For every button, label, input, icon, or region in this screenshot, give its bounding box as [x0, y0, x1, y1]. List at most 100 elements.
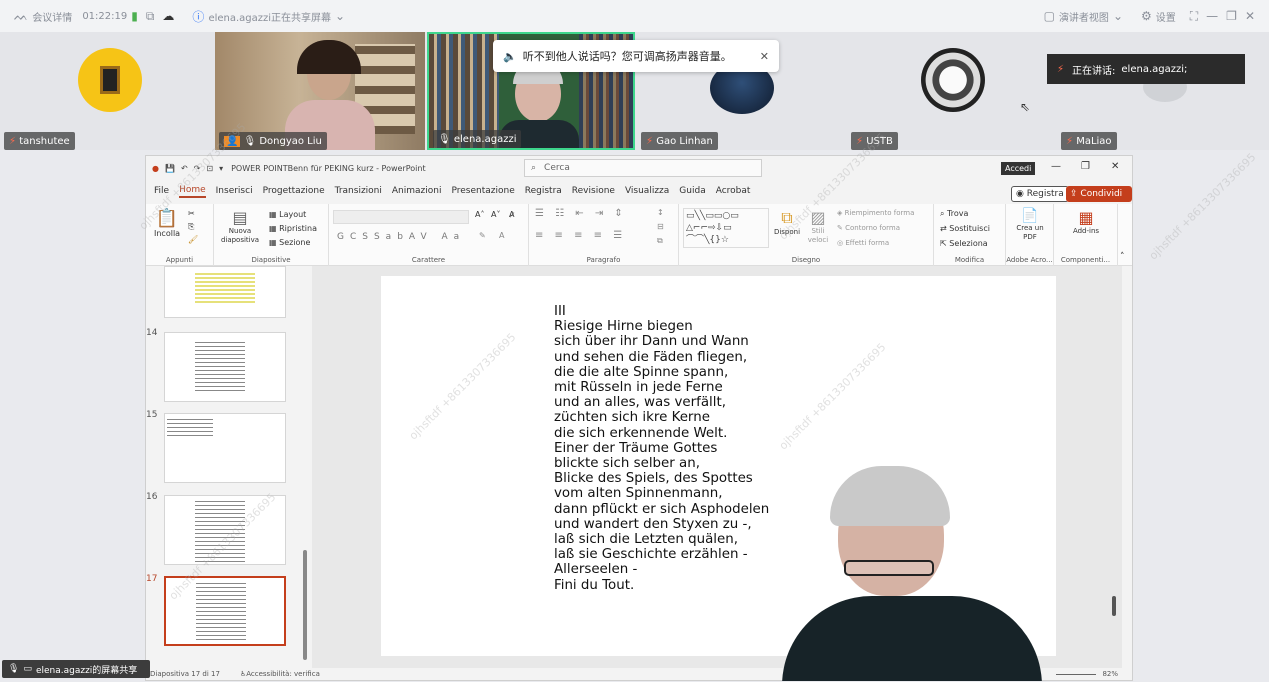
slide-thumbnail-selected[interactable]: [164, 576, 286, 646]
poem-line: die die alte Spinne spann,: [554, 364, 729, 380]
find-button[interactable]: ⌕ Trova: [940, 209, 968, 219]
slide-poem-text[interactable]: III Riesige Hirne biegen sich über ihr Dan…: [554, 304, 769, 593]
copy-icon[interactable]: ⎘: [188, 222, 194, 232]
cloud-icon[interactable]: ☁: [162, 9, 174, 23]
screen-share-label: 🎙 ▭ elena.agazzi的屏幕共享: [2, 660, 150, 678]
tab-revisione[interactable]: Revisione: [572, 186, 615, 196]
grow-font-icon[interactable]: A˄: [475, 210, 484, 219]
cut-icon[interactable]: ✂: [188, 209, 195, 218]
share-link-icon[interactable]: ⧉: [146, 9, 155, 24]
poem-line: die sich erkennende Welt.: [554, 425, 728, 441]
group-diapositive: ▤ Nuova diapositiva ▦ Layout ▦ Ripristina…: [214, 204, 329, 266]
sharing-status[interactable]: ⓘ elena.agazzi正在共享屏幕 ⌄: [188, 8, 349, 25]
participant-tile-tanshutee[interactable]: ⚡ tanshutee: [0, 32, 213, 150]
tab-presentazione[interactable]: Presentazione: [451, 186, 514, 196]
registra-button[interactable]: ◉ Registra: [1011, 186, 1069, 202]
select-button[interactable]: ⇱ Seleziona: [940, 239, 988, 248]
font-family-select[interactable]: [333, 210, 469, 224]
speaker-view-button[interactable]: ▢ 演讲者视图 ⌄: [1040, 9, 1127, 24]
create-pdf-button[interactable]: 📄 Crea un PDF: [1010, 208, 1050, 242]
ribbon-tabs: File Home Inserisci Progettazione Transi…: [146, 180, 1132, 202]
addins-label: Add-ins: [1072, 227, 1100, 235]
record-icon[interactable]: ●: [152, 164, 159, 173]
paragraph-list-buttons[interactable]: ☰ ☷ ⇤ ⇥ ⇕: [535, 208, 627, 219]
qat-chevron-icon[interactable]: ▾: [219, 164, 223, 173]
tab-transizioni[interactable]: Transizioni: [335, 186, 382, 196]
shrink-font-icon[interactable]: A˅: [491, 210, 500, 219]
clear-format-icon[interactable]: A̷: [509, 210, 514, 219]
shape-outline-button[interactable]: ✎ Contorno forma: [837, 224, 900, 232]
participant-tile-maliao[interactable]: ⚡ MaLiao: [1057, 32, 1269, 150]
font-color-icon[interactable]: A: [499, 231, 504, 240]
fullscreen-icon[interactable]: ⛶: [1190, 9, 1198, 24]
shape-effects-button[interactable]: ◎ Effetti forma: [837, 239, 889, 247]
search-input[interactable]: ⌕ Cerca: [524, 159, 762, 177]
shape-fill-button[interactable]: ◈ Riempimento forma: [837, 209, 914, 217]
shapes-gallery[interactable]: ▭╲╲▭▭○▭ △⌐⌐⇨⇩▭ ⌒⌒╲{}☆: [683, 208, 769, 248]
redo-icon[interactable]: ↷: [194, 164, 201, 173]
poem-line: und sehen die Fäden fliegen,: [554, 349, 748, 365]
group-label: Modifica: [954, 256, 985, 264]
close-icon[interactable]: ✕: [1111, 161, 1119, 172]
paragraph-align-buttons[interactable]: ≡ ≡ ≡ ≡ ☰: [535, 230, 626, 241]
thumbnails-scrollbar[interactable]: [303, 550, 307, 660]
smartart-icon[interactable]: ⧉: [657, 236, 663, 246]
restore-icon[interactable]: ❐: [1081, 161, 1090, 172]
quick-styles-button[interactable]: ▨ Stili veloci: [803, 208, 833, 245]
undo-icon[interactable]: ↶: [181, 164, 188, 173]
addins-button[interactable]: ▦ Add-ins: [1064, 208, 1108, 235]
slide-thumbnail[interactable]: [164, 495, 286, 565]
replace-button[interactable]: ⇄ Sostituisci: [940, 224, 990, 233]
tab-registra[interactable]: Registra: [525, 186, 562, 196]
zoom-level[interactable]: 82%: [1102, 670, 1118, 678]
text-direction-icon[interactable]: ↕: [657, 208, 664, 217]
meeting-topbar: ᨓ 会议详情 01:22:19 ▮ ⧉ ☁ ⓘ elena.agazzi正在共享…: [0, 0, 1269, 32]
align-text-icon[interactable]: ⊟: [657, 222, 664, 231]
document-title: POWER POINTBenn für PEKING kurz - PowerP…: [231, 163, 426, 173]
close-icon[interactable]: ✕: [1245, 9, 1255, 23]
participant-tile-ustb[interactable]: ⚡ USTB: [847, 32, 1055, 150]
condividi-button[interactable]: ⇪ Condividi ▾: [1066, 186, 1132, 215]
tab-guida[interactable]: Guida: [679, 186, 705, 196]
meeting-info-button[interactable]: ᨓ 会议详情: [10, 9, 72, 24]
replace-icon: ⇄: [940, 224, 950, 233]
close-icon[interactable]: ✕: [760, 50, 769, 63]
minimize-icon[interactable]: —: [1051, 161, 1061, 172]
speaking-name: elena.agazzi;: [1121, 63, 1188, 75]
tab-inserisci[interactable]: Inserisci: [216, 186, 253, 196]
cursor-icon: ⇱: [940, 239, 950, 248]
present-icon[interactable]: ⊡: [206, 164, 213, 173]
minimize-icon[interactable]: —: [1206, 9, 1218, 23]
layout-button[interactable]: ▦ Layout: [269, 210, 306, 219]
canvas-scrollbar[interactable]: [1112, 596, 1116, 616]
paste-button[interactable]: 📋 Incolla: [154, 208, 180, 238]
new-slide-button[interactable]: ▤ Nuova diapositiva: [218, 208, 262, 245]
zoom-slider[interactable]: [1056, 673, 1097, 675]
participant-name: Dongyao Liu: [259, 135, 322, 147]
reset-button[interactable]: ▦ Ripristina: [269, 224, 317, 233]
poem-line: Einer der Träume Gottes: [554, 440, 718, 456]
restore-icon[interactable]: ❐: [1226, 9, 1237, 23]
group-label: Appunti: [165, 256, 194, 264]
slide-thumbnail[interactable]: [164, 332, 286, 402]
tab-visualizza[interactable]: Visualizza: [625, 186, 669, 196]
section-button[interactable]: ▦ Sezione: [269, 238, 310, 247]
arrange-button[interactable]: ⧉ Disponi: [773, 208, 801, 236]
participant-tile-dongyao[interactable]: 👤 🎙 Dongyao Liu: [215, 32, 425, 150]
speaking-label: 正在讲话:: [1072, 65, 1116, 77]
tab-progettazione[interactable]: Progettazione: [263, 186, 325, 196]
slide-thumbnail[interactable]: [164, 413, 286, 483]
accessibility-status[interactable]: Accessibilità: verifica: [246, 670, 320, 678]
save-icon[interactable]: 💾: [165, 164, 175, 173]
tab-acrobat[interactable]: Acrobat: [716, 186, 751, 196]
tab-animazioni[interactable]: Animazioni: [392, 186, 442, 196]
tab-file[interactable]: File: [154, 186, 169, 196]
settings-button[interactable]: ⚙ 设置: [1137, 9, 1176, 24]
fill-icon: ◈: [837, 209, 845, 217]
collapse-ribbon-icon[interactable]: ˄: [1120, 252, 1125, 262]
tab-home[interactable]: Home: [179, 185, 206, 198]
accedi-button[interactable]: Accedi: [1001, 162, 1036, 175]
format-painter-icon[interactable]: 🖌: [188, 235, 198, 244]
highlight-icon[interactable]: ✎: [479, 231, 486, 240]
slide-thumbnail[interactable]: [164, 266, 286, 318]
